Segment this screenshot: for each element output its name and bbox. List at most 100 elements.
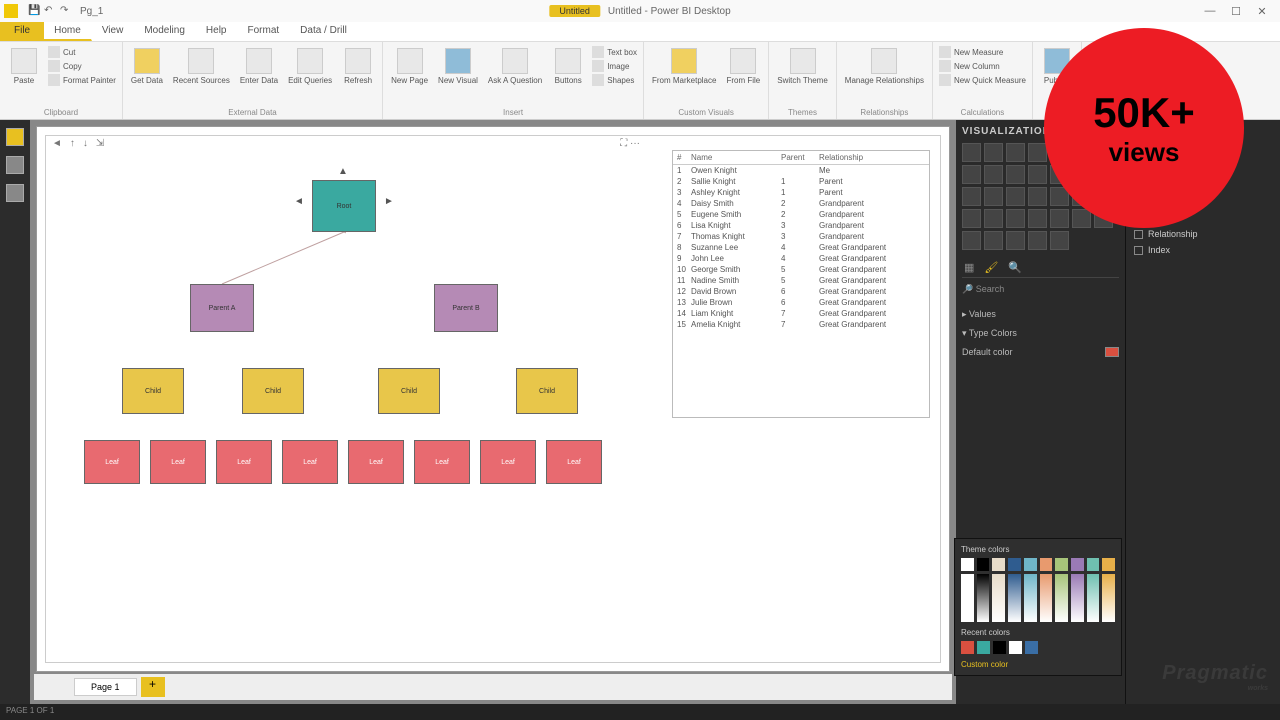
viz-type-icon[interactable]	[962, 209, 981, 228]
table-row[interactable]: 3Ashley Knight1Parent	[673, 187, 929, 198]
viz-type-icon[interactable]	[1028, 231, 1047, 250]
collapse-right-icon[interactable]: ►	[384, 196, 394, 207]
table-row[interactable]: 5Eugene Smith2Grandparent	[673, 209, 929, 220]
viz-type-icon[interactable]	[1028, 143, 1047, 162]
table-row[interactable]: 11Nadine Smith5Great Grandparent	[673, 275, 929, 286]
viz-type-icon[interactable]	[1006, 209, 1025, 228]
color-shade-column[interactable]	[1040, 574, 1053, 622]
viz-type-icon[interactable]	[1028, 209, 1047, 228]
close-button[interactable]: ✕	[1252, 5, 1272, 18]
tab-help[interactable]: Help	[196, 22, 238, 41]
new-visual-button[interactable]: New Visual	[436, 46, 480, 87]
recent-color-swatch[interactable]	[961, 641, 974, 654]
format-section-values[interactable]: ▸ Values	[962, 305, 1119, 324]
color-swatch[interactable]	[1055, 558, 1068, 571]
manage-relationships-button[interactable]: Manage Relationships	[843, 46, 926, 87]
color-swatch[interactable]	[961, 558, 974, 571]
org-node-root[interactable]: Root	[312, 180, 376, 232]
table-row[interactable]: 14Liam Knight7Great Grandparent	[673, 308, 929, 319]
color-swatch[interactable]	[1071, 558, 1084, 571]
new-column-button[interactable]: New Column	[939, 60, 1026, 72]
copy-button[interactable]: Copy	[48, 60, 116, 72]
analytics-pane-tab[interactable]: 🔍	[1008, 261, 1022, 274]
drill-back-icon[interactable]: ◄	[52, 138, 62, 149]
org-node-l4-3[interactable]: Leaf	[282, 440, 338, 484]
viz-type-icon[interactable]	[984, 209, 1003, 228]
tab-home[interactable]: Home	[44, 22, 92, 41]
more-options-icon[interactable]: ···	[630, 138, 640, 149]
enter-data-button[interactable]: Enter Data	[238, 46, 280, 87]
color-swatch[interactable]	[1102, 558, 1115, 571]
page-tab-1[interactable]: Page 1	[74, 678, 137, 696]
table-header-relation[interactable]: Relationship	[819, 153, 925, 162]
org-node-l4-0[interactable]: Leaf	[84, 440, 140, 484]
table-row[interactable]: 7Thomas Knight3Grandparent	[673, 231, 929, 242]
viz-type-icon[interactable]	[1006, 231, 1025, 250]
format-section-type-colors[interactable]: ▾ Type Colors	[962, 324, 1119, 343]
color-swatch[interactable]	[992, 558, 1005, 571]
viz-type-icon[interactable]	[1028, 165, 1047, 184]
table-row[interactable]: 8Suzanne Lee4Great Grandparent	[673, 242, 929, 253]
field-item[interactable]: Relationship	[1132, 226, 1274, 242]
default-color-row[interactable]: Default color	[962, 343, 1119, 361]
org-node-l4-4[interactable]: Leaf	[348, 440, 404, 484]
viz-type-icon[interactable]	[1006, 165, 1025, 184]
viz-type-icon[interactable]	[962, 165, 981, 184]
color-shade-column[interactable]	[1055, 574, 1068, 622]
color-swatch[interactable]	[977, 558, 990, 571]
default-color-swatch[interactable]	[1105, 347, 1119, 357]
org-node-l4-5[interactable]: Leaf	[414, 440, 470, 484]
table-row[interactable]: 6Lisa Knight3Grandparent	[673, 220, 929, 231]
color-shade-column[interactable]	[977, 574, 990, 622]
data-view-icon[interactable]	[6, 156, 24, 174]
viz-type-icon[interactable]	[984, 187, 1003, 206]
new-measure-button[interactable]: New Measure	[939, 46, 1026, 58]
collapse-up-icon[interactable]: ▲	[338, 166, 348, 177]
table-row[interactable]: 4Daisy Smith2Grandparent	[673, 198, 929, 209]
visual-container[interactable]: ◄ ↑ ↓ ⇲ ⛶ ···	[45, 135, 941, 663]
focus-mode-icon[interactable]: ⛶	[620, 138, 627, 149]
field-item[interactable]: Index	[1132, 242, 1274, 258]
from-file-button[interactable]: From File	[724, 46, 762, 87]
org-node-l3-2[interactable]: Child	[378, 368, 440, 414]
org-node-l2a[interactable]: Parent A	[190, 284, 254, 332]
color-shade-column[interactable]	[961, 574, 974, 622]
recent-color-swatch[interactable]	[1025, 641, 1038, 654]
org-node-l4-6[interactable]: Leaf	[480, 440, 536, 484]
recent-sources-button[interactable]: Recent Sources	[171, 46, 232, 87]
fields-pane-tab[interactable]: ▦	[964, 261, 974, 274]
color-shade-column[interactable]	[1008, 574, 1021, 622]
table-row[interactable]: 9John Lee4Great Grandparent	[673, 253, 929, 264]
table-row[interactable]: 1Owen KnightMe	[673, 165, 929, 176]
color-swatch[interactable]	[1008, 558, 1021, 571]
org-node-l4-2[interactable]: Leaf	[216, 440, 272, 484]
expand-icon[interactable]: ⇲	[96, 138, 104, 149]
edit-queries-button[interactable]: Edit Queries	[286, 46, 334, 87]
viz-type-icon[interactable]	[1006, 143, 1025, 162]
tab-modeling[interactable]: Modeling	[134, 22, 196, 41]
marketplace-button[interactable]: From Marketplace	[650, 46, 718, 87]
paste-button[interactable]: Paste	[6, 46, 42, 87]
format-search[interactable]: 🔎 Search	[962, 284, 1119, 295]
color-swatch[interactable]	[1087, 558, 1100, 571]
cut-button[interactable]: Cut	[48, 46, 116, 58]
tab-datadrill[interactable]: Data / Drill	[290, 22, 358, 41]
viz-type-icon[interactable]	[984, 143, 1003, 162]
model-view-icon[interactable]	[6, 184, 24, 202]
org-node-l2b[interactable]: Parent B	[434, 284, 498, 332]
table-row[interactable]: 12David Brown6Great Grandparent	[673, 286, 929, 297]
table-row[interactable]: 2Sallie Knight1Parent	[673, 176, 929, 187]
switch-theme-button[interactable]: Switch Theme	[775, 46, 830, 87]
shapes-button[interactable]: Shapes	[592, 74, 637, 86]
drill-down-icon[interactable]: ↓	[83, 138, 88, 149]
report-canvas[interactable]: ◄ ↑ ↓ ⇲ ⛶ ···	[36, 126, 950, 672]
viz-type-icon[interactable]	[984, 231, 1003, 250]
viz-type-icon[interactable]	[962, 231, 981, 250]
custom-color-link[interactable]: Custom color	[961, 660, 1115, 669]
org-node-l3-1[interactable]: Child	[242, 368, 304, 414]
viz-type-icon[interactable]	[1050, 209, 1069, 228]
color-shade-column[interactable]	[992, 574, 1005, 622]
format-pane-tab[interactable]: 🖌	[984, 261, 998, 274]
table-row[interactable]: 15Amelia Knight7Great Grandparent	[673, 319, 929, 330]
viz-type-icon[interactable]	[962, 143, 981, 162]
